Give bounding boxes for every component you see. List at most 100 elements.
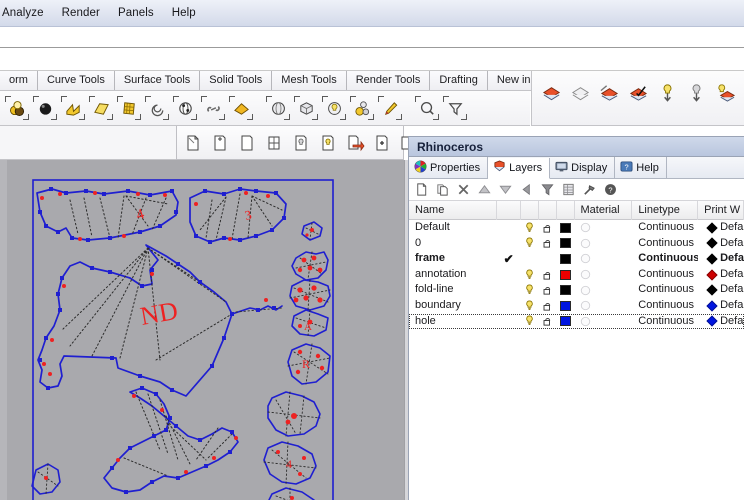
copy-layer-icon[interactable] <box>433 180 452 199</box>
menu-item-render[interactable]: Render <box>53 4 109 23</box>
plane-surface-icon[interactable] <box>88 95 114 121</box>
layer-icon[interactable] <box>538 79 564 105</box>
surface-grid-icon[interactable] <box>116 95 142 121</box>
bulb-on-page-icon[interactable] <box>315 129 341 157</box>
layer-linetype-cell[interactable]: Continuous <box>632 267 698 283</box>
layer-name-cell[interactable]: 0 <box>409 236 497 252</box>
layer-visibility-cell[interactable] <box>521 220 539 236</box>
layer-current-cell[interactable] <box>497 236 521 252</box>
layer-material-cell[interactable] <box>574 282 632 298</box>
move-down-icon[interactable] <box>496 180 515 199</box>
column-header-on[interactable] <box>521 200 539 220</box>
layer-material-cell[interactable] <box>574 298 632 314</box>
layer-lock-cell[interactable] <box>539 314 557 330</box>
layer-name-cell[interactable]: frame <box>409 251 497 267</box>
layer-lock-cell[interactable] <box>539 251 557 267</box>
layer-material-cell[interactable] <box>574 220 632 236</box>
new-layer-doc-icon[interactable] <box>180 129 206 157</box>
layer-current-cell[interactable] <box>497 298 521 314</box>
layer-current-cell[interactable]: ✔ <box>497 251 521 267</box>
filter-icon[interactable] <box>538 180 557 199</box>
layer-name-cell[interactable]: hole <box>409 314 497 330</box>
tab-layers[interactable]: Layers <box>488 158 551 179</box>
tab-help[interactable]: ? Help <box>615 157 667 178</box>
layer-linetype-cell[interactable]: Continuous <box>632 236 698 252</box>
toolbar-tab-drafting[interactable]: Drafting <box>430 71 488 90</box>
bulb-on-icon[interactable] <box>654 79 680 105</box>
column-header-current[interactable] <box>497 200 521 220</box>
toolbar-tab-solid-tools[interactable]: Solid Tools <box>200 71 273 90</box>
move-left-icon[interactable] <box>517 180 536 199</box>
link-chain-icon[interactable] <box>200 95 226 121</box>
layer-row[interactable]: annotation ContinuousDefault <box>409 266 744 283</box>
layer-visibility-cell[interactable] <box>521 251 539 267</box>
move-up-icon[interactable] <box>475 180 494 199</box>
column-header-color[interactable] <box>557 200 575 220</box>
render-settings-icon[interactable] <box>349 95 375 121</box>
layer-current-cell[interactable] <box>497 282 521 298</box>
layer-lock-icon[interactable] <box>596 79 622 105</box>
layer-print-width-cell[interactable]: Default <box>698 236 744 252</box>
box-icon[interactable] <box>293 95 319 121</box>
layer-row[interactable]: boundary ContinuousDefault <box>409 297 744 314</box>
layer-row[interactable]: DefaultContinuousDefault <box>409 220 744 236</box>
layer-color-cell[interactable] <box>557 314 575 330</box>
properties-grid-icon[interactable] <box>559 180 578 199</box>
layer-print-width-cell[interactable]: Default <box>698 282 744 298</box>
menu-item-help[interactable]: Help <box>163 4 205 23</box>
layer-linetype-cell[interactable]: Continuous <box>632 282 698 298</box>
spiral-icon[interactable] <box>144 95 170 121</box>
help-circle-icon[interactable]: ? <box>601 180 620 199</box>
layer-lock-cell[interactable] <box>539 282 557 298</box>
column-header-lock[interactable] <box>539 200 557 220</box>
grid-page-icon[interactable] <box>261 129 287 157</box>
layer-color-cell[interactable] <box>557 282 575 298</box>
layer-print-width-cell[interactable]: Default <box>698 220 744 236</box>
new-layer-icon[interactable] <box>412 180 431 199</box>
filter-funnel-icon[interactable] <box>442 95 468 121</box>
layer-visibility-cell[interactable] <box>521 236 539 252</box>
layer-row[interactable]: 0 ContinuousDefault <box>409 235 744 252</box>
surface-fold-icon[interactable] <box>60 95 86 121</box>
bulb-page-icon[interactable] <box>288 129 314 157</box>
page-arrow-icon[interactable] <box>342 129 368 157</box>
column-header-material[interactable]: Material <box>575 200 633 220</box>
layer-material-cell[interactable] <box>574 314 632 330</box>
zoom-icon[interactable] <box>414 95 440 121</box>
page-plus-icon[interactable] <box>369 129 395 157</box>
layer-name-cell[interactable]: boundary <box>409 298 497 314</box>
layer-visibility-cell[interactable] <box>521 298 539 314</box>
tools-hammer-icon[interactable] <box>580 180 599 199</box>
layer-row[interactable]: fold-line ContinuousDefault <box>409 282 744 298</box>
layer-current-cell[interactable] <box>497 220 521 236</box>
command-prompt-area[interactable] <box>0 48 744 71</box>
layer-off-icon[interactable] <box>567 79 593 105</box>
layer-row[interactable]: frame ✔ ContinuousDefaul <box>409 251 744 267</box>
layer-current-cell[interactable] <box>497 267 521 283</box>
layer-color-cell[interactable] <box>557 220 575 236</box>
layer-edit-icon[interactable] <box>625 79 651 105</box>
layer-lock-cell[interactable] <box>539 267 557 283</box>
menu-item-panels[interactable]: Panels <box>109 4 163 23</box>
menu-item-analyze[interactable]: Analyze <box>0 4 53 23</box>
materials-icon[interactable] <box>4 95 30 121</box>
layer-print-width-cell[interactable]: Default <box>698 267 744 283</box>
layer-linetype-cell[interactable]: Continuous <box>632 314 698 330</box>
layer-name-cell[interactable]: Default <box>409 220 497 236</box>
column-header-name[interactable]: Name <box>409 200 497 220</box>
layer-lock-cell[interactable] <box>539 220 557 236</box>
sphere-black-icon[interactable] <box>32 95 58 121</box>
layer-lock-cell[interactable] <box>539 298 557 314</box>
bulb-layer-icon[interactable] <box>712 79 738 105</box>
layer-print-width-cell[interactable]: Default <box>698 314 744 330</box>
layer-material-cell[interactable] <box>574 236 632 252</box>
layer-material-cell[interactable] <box>574 267 632 283</box>
viewport-canvas[interactable]: 4 3 ND A R 4 <box>0 160 406 500</box>
toolbar-tab-surface-tools[interactable]: Surface Tools <box>115 71 201 90</box>
tab-display[interactable]: Display <box>550 157 616 178</box>
layer-color-cell[interactable] <box>557 251 575 267</box>
layer-current-cell[interactable] <box>497 314 521 330</box>
column-header-linetype[interactable]: Linetype <box>632 200 699 220</box>
toolbar-tab-mesh-tools[interactable]: Mesh Tools <box>272 71 347 90</box>
column-header-print-width[interactable]: Print W <box>698 200 744 220</box>
